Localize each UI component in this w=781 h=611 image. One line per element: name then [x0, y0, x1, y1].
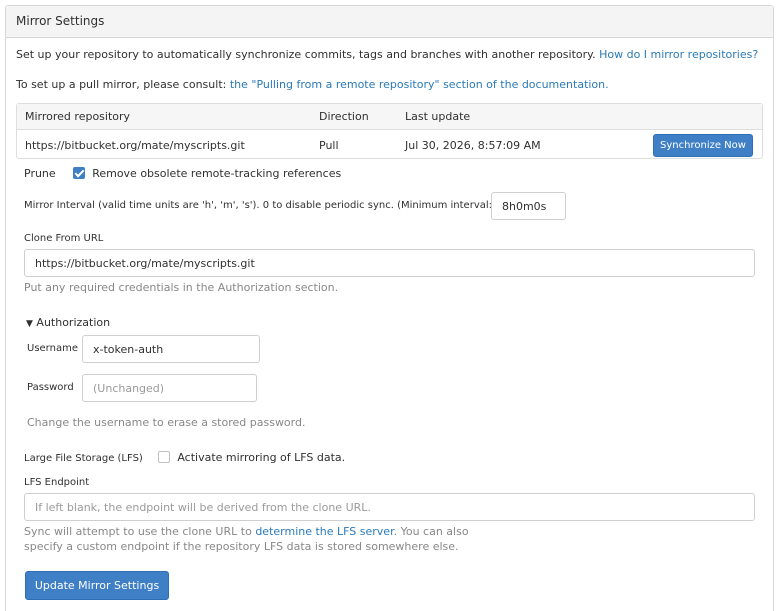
- mirror-help-link[interactable]: How do I mirror repositories?: [599, 48, 758, 61]
- lfs-help-post: . You can also: [393, 525, 469, 538]
- lfs-help-line-1: Sync will attempt to use the clone URL t…: [24, 525, 469, 538]
- mirror-interval-input[interactable]: [491, 192, 566, 220]
- password-input[interactable]: [82, 374, 257, 402]
- intro-text: Set up your repository to automatically …: [16, 48, 596, 61]
- username-label: Username: [27, 343, 78, 354]
- authorization-toggle[interactable]: ▼ Authorization: [26, 316, 110, 329]
- update-mirror-settings-button[interactable]: Update Mirror Settings: [25, 571, 169, 600]
- table-header: Mirrored repository Direction Last updat…: [17, 104, 762, 130]
- header-direction: Direction: [319, 110, 369, 123]
- clone-url-label: Clone From URL: [24, 233, 104, 244]
- pull-mirror-line: To set up a pull mirror, please consult:…: [16, 78, 609, 91]
- password-label: Password: [27, 382, 74, 393]
- authorization-title: Authorization: [36, 316, 111, 329]
- lfs-checkbox[interactable]: [157, 451, 170, 463]
- mirror-direction: Pull: [319, 139, 339, 152]
- clone-url-input[interactable]: [24, 249, 755, 277]
- lfs-checkbox-label[interactable]: Activate mirroring of LFS data.: [177, 451, 345, 464]
- lfs-endpoint-input[interactable]: [24, 493, 755, 521]
- synchronize-now-button[interactable]: Synchronize Now: [653, 134, 753, 157]
- mirror-settings-panel: Mirror Settings Set up your repository t…: [5, 5, 774, 611]
- username-input[interactable]: [82, 335, 260, 363]
- mirror-last-update: Jul 30, 2026, 8:57:09 AM: [405, 139, 541, 152]
- prune-row: Prune Remove obsolete remote-tracking re…: [24, 167, 341, 180]
- lfs-row: Large File Storage (LFS) Activate mirror…: [24, 451, 345, 464]
- mirror-repository-url: https://bitbucket.org/mate/myscripts.git: [25, 139, 245, 152]
- table-row: https://bitbucket.org/mate/myscripts.git…: [17, 130, 762, 159]
- lfs-label: Large File Storage (LFS): [24, 453, 143, 464]
- lfs-server-link[interactable]: determine the LFS server: [255, 525, 393, 538]
- header-mirrored-repository: Mirrored repository: [25, 110, 131, 123]
- intro-line: Set up your repository to automatically …: [16, 48, 758, 61]
- authorization-help: Change the username to erase a stored pa…: [27, 416, 306, 429]
- prune-checkbox[interactable]: [72, 167, 85, 179]
- mirrors-table: Mirrored repository Direction Last updat…: [16, 103, 763, 159]
- lfs-help-line-2: specify a custom endpoint if the reposit…: [24, 540, 459, 553]
- clone-url-help: Put any required credentials in the Auth…: [24, 281, 339, 294]
- prune-label: Prune: [24, 167, 56, 180]
- header-last-update: Last update: [405, 110, 471, 123]
- pull-mirror-docs-link[interactable]: the "Pulling from a remote repository" s…: [230, 78, 609, 91]
- mirror-interval-label: Mirror Interval (valid time units are 'h…: [24, 200, 534, 211]
- lfs-help-pre: Sync will attempt to use the clone URL t…: [24, 525, 252, 538]
- panel-title: Mirror Settings: [6, 6, 773, 38]
- pull-mirror-text: To set up a pull mirror, please consult:: [16, 78, 227, 91]
- prune-checkbox-label[interactable]: Remove obsolete remote-tracking referenc…: [92, 167, 341, 180]
- lfs-endpoint-label: LFS Endpoint: [24, 477, 90, 488]
- triangle-down-icon: ▼: [26, 319, 33, 329]
